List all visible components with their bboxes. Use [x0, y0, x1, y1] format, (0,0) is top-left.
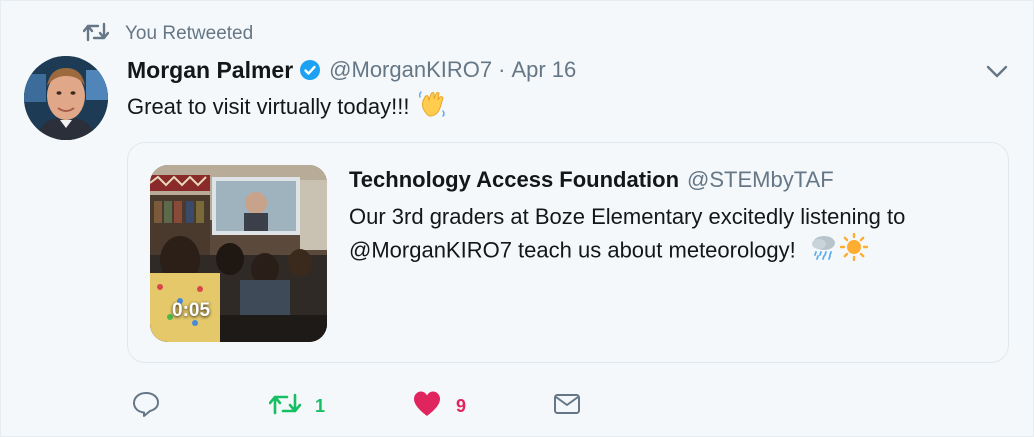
verified-badge-icon: [299, 59, 321, 81]
author-handle[interactable]: @MorganKIRO7: [329, 57, 492, 83]
tweet-text-content: Great to visit virtually today!!!: [127, 93, 410, 119]
cloud-rain-icon: [810, 234, 838, 269]
envelope-icon: [553, 392, 581, 421]
waving-hand-icon: [417, 89, 447, 127]
sun-icon: [839, 232, 869, 270]
tweet-header: Morgan Palmer @MorganKIRO7 · Apr 16: [127, 54, 576, 86]
tweet-date[interactable]: Apr 16: [511, 57, 576, 83]
quoted-tweet-text: Our 3rd graders at Boze Elementary excit…: [349, 201, 989, 270]
video-duration: 0:05: [172, 300, 211, 321]
quoted-tweet-header: Technology Access Foundation @STEMbyTAF: [349, 167, 834, 193]
video-thumbnail[interactable]: 0:05: [150, 165, 327, 342]
quoted-tweet[interactable]: 0:05 Technology Access Foundation @STEMb…: [127, 142, 1009, 363]
chevron-down-icon[interactable]: [985, 61, 1009, 81]
retweet-icon: [82, 21, 110, 48]
tweet-card[interactable]: You Retweeted Morgan Palmer @MorganKIRO7…: [0, 0, 1034, 437]
author-name[interactable]: Morgan Palmer: [127, 57, 293, 84]
like-button[interactable]: 9: [412, 391, 466, 421]
heart-icon: [412, 390, 442, 423]
direct-message-button[interactable]: [553, 391, 581, 421]
avatar[interactable]: [24, 56, 108, 140]
reply-icon: [131, 390, 161, 423]
retweet-count: 1: [315, 395, 326, 416]
retweet-icon: [268, 391, 302, 422]
quoted-author-handle[interactable]: @STEMbyTAF: [687, 167, 834, 193]
retweet-button[interactable]: 1: [268, 391, 326, 422]
tweet-text: Great to visit virtually today!!!: [127, 89, 447, 127]
like-count: 9: [456, 395, 467, 416]
quoted-author-name[interactable]: Technology Access Foundation: [349, 167, 679, 193]
retweet-context: You Retweeted: [82, 21, 254, 48]
header-separator: ·: [498, 57, 506, 82]
retweet-context-label: You Retweeted: [125, 23, 254, 44]
reply-button[interactable]: [131, 391, 175, 421]
